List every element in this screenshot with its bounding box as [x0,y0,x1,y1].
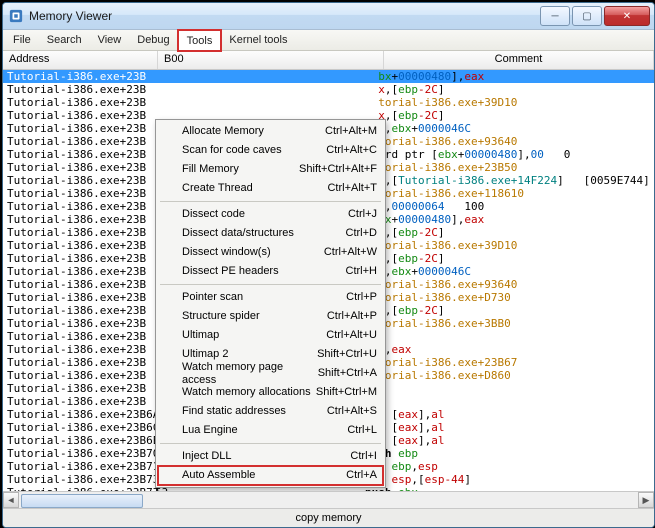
column-bytes[interactable]: B00 [158,51,384,69]
menu-item-auto-assemble[interactable]: Auto AssembleCtrl+A [158,466,383,485]
menubar: FileSearchViewDebugToolsKernel tools [3,30,654,51]
menu-item-fill-memory[interactable]: Fill MemoryShift+Ctrl+Alt+F [158,160,383,179]
tools-menu-dropdown: Allocate MemoryCtrl+Alt+MScan for code c… [155,119,386,488]
menu-item-lua-engine[interactable]: Lua EngineCtrl+L [158,421,383,440]
menu-separator [160,284,381,285]
menu-item-watch-memory-allocations[interactable]: Watch memory allocationsShift+Ctrl+M [158,383,383,402]
scroll-left-button[interactable]: ◄ [3,492,19,508]
menu-item-dissect-data-structures[interactable]: Dissect data/structuresCtrl+D [158,224,383,243]
disassembly-view[interactable]: Tutorial-i386.exe+23B bx+00000480],eaxTu… [3,70,654,491]
memory-viewer-window: Memory Viewer ─ ▢ ✕ FileSearchViewDebugT… [2,2,655,528]
menu-item-allocate-memory[interactable]: Allocate MemoryCtrl+Alt+M [158,122,383,141]
column-address[interactable]: Address [3,51,158,69]
column-comment[interactable]: Comment [384,51,654,69]
window-title: Memory Viewer [29,9,538,23]
menu-separator [160,443,381,444]
menu-file[interactable]: File [5,30,39,50]
menu-item-create-thread[interactable]: Create ThreadCtrl+Alt+T [158,179,383,198]
menu-search[interactable]: Search [39,30,90,50]
titlebar: Memory Viewer ─ ▢ ✕ [3,3,654,30]
menu-item-structure-spider[interactable]: Structure spiderCtrl+Alt+P [158,307,383,326]
status-bar: copy memory [3,508,654,527]
column-headers: Address B00 Comment [3,51,654,70]
scroll-right-button[interactable]: ▶ [638,492,654,508]
menu-item-scan-for-code-caves[interactable]: Scan for code cavesCtrl+Alt+C [158,141,383,160]
menu-kernel-tools[interactable]: Kernel tools [221,30,295,50]
disassembly-row[interactable]: Tutorial-i386.exe+23B bx+00000480],eax [3,70,654,83]
menu-item-dissect-pe-headers[interactable]: Dissect PE headersCtrl+H [158,262,383,281]
menu-item-dissect-code[interactable]: Dissect codeCtrl+J [158,205,383,224]
disassembly-row[interactable]: Tutorial-i386.exe+23B x,[ebp-2C] [3,83,654,96]
menu-separator [160,201,381,202]
minimize-button[interactable]: ─ [540,6,570,26]
disassembly-row[interactable]: Tutorial-i386.exe+23B torial-i386.exe+39… [3,96,654,109]
close-button[interactable]: ✕ [604,6,650,26]
scroll-thumb[interactable] [21,494,143,508]
menu-item-pointer-scan[interactable]: Pointer scanCtrl+P [158,288,383,307]
menu-item-ultimap[interactable]: UltimapCtrl+Alt+U [158,326,383,345]
horizontal-scrollbar[interactable]: ◄ ▶ [3,491,654,508]
maximize-button[interactable]: ▢ [572,6,602,26]
app-icon [9,9,23,23]
menu-debug[interactable]: Debug [129,30,177,50]
menu-item-inject-dll[interactable]: Inject DLLCtrl+I [158,447,383,466]
menu-item-watch-memory-page-access[interactable]: Watch memory page accessShift+Ctrl+A [158,364,383,383]
menu-tools[interactable]: Tools [178,30,222,51]
menu-item-dissect-window-s-[interactable]: Dissect window(s)Ctrl+Alt+W [158,243,383,262]
menu-item-find-static-addresses[interactable]: Find static addressesCtrl+Alt+S [158,402,383,421]
menu-view[interactable]: View [90,30,130,50]
status-text: copy memory [295,512,361,524]
